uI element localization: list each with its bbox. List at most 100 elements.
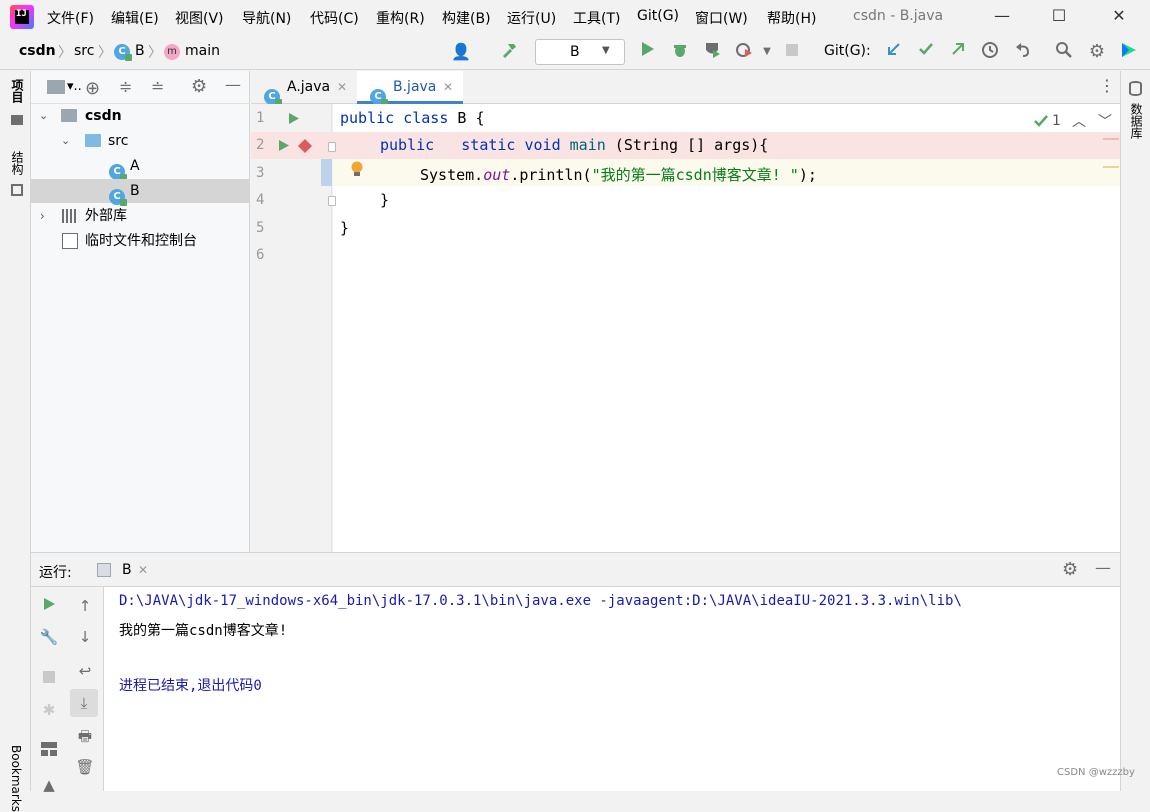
menu-navigate[interactable]: 导航(N) [242, 8, 291, 28]
menu-window[interactable]: 窗口(W) [695, 8, 748, 28]
menu-file[interactable]: 文件(F) [47, 8, 94, 28]
more-run-actions-chevron-icon[interactable]: ▼ [756, 41, 778, 63]
debug-icon[interactable] [669, 41, 691, 63]
soft-wrap-icon[interactable]: ↩ [74, 660, 96, 682]
menu-build[interactable]: 构建(B) [442, 8, 491, 28]
hide-panel-minus-icon[interactable]: — [225, 75, 241, 94]
breakpoint-icon[interactable] [297, 138, 313, 158]
maximize-button[interactable]: ☐ [1044, 6, 1074, 28]
expand-all-icon[interactable]: ≑ [119, 77, 132, 96]
menu-refactor[interactable]: 重构(R) [376, 8, 425, 28]
close-tab-icon[interactable]: ✕ [337, 71, 347, 104]
run-configuration-dropdown[interactable]: B ▼ [535, 39, 625, 65]
database-tool-tab[interactable]: 数据库 [1128, 103, 1145, 139]
minimize-button[interactable]: — [987, 6, 1017, 28]
warning-stripe-marker[interactable] [1103, 166, 1119, 168]
coverage-icon[interactable] [701, 41, 723, 63]
inspection-ok-check-icon[interactable] [1033, 113, 1049, 133]
previous-highlight-icon[interactable]: ︿ [1072, 111, 1086, 131]
user-icon[interactable]: 👤 [450, 41, 472, 63]
debug-process-icon[interactable]: ✱ [38, 699, 60, 721]
tree-expanded-chevron-icon[interactable]: ⌄ [39, 104, 48, 128]
editor-tab-bar: C A.java ✕ C B.java ✕ ⋮ [251, 71, 1120, 106]
collapse-all-icon[interactable]: ≐ [151, 77, 164, 96]
locate-file-icon[interactable]: ⊕ [85, 78, 100, 99]
close-tab-icon[interactable]: ✕ [443, 71, 453, 104]
print-icon[interactable]: 🖶 [74, 725, 96, 747]
console-exit-line: 进程已结束,退出代码0 [119, 678, 262, 694]
structure-tool-tab[interactable]: 结构 [9, 151, 26, 175]
build-hammer-icon[interactable] [498, 41, 520, 63]
run-class-gutter-icon[interactable] [288, 112, 300, 129]
watermark: CSDN @wzzzby [1057, 767, 1135, 778]
run-tab-label[interactable]: B [122, 562, 132, 578]
layout-icon[interactable] [38, 740, 60, 762]
fold-marker-icon[interactable] [328, 142, 336, 152]
edit-configuration-wrench-icon[interactable]: 🔧 [38, 626, 60, 648]
hide-run-panel-minus-icon[interactable]: — [1095, 558, 1111, 577]
error-stripe-marker[interactable] [1103, 138, 1119, 140]
stop-process-icon[interactable] [38, 667, 60, 689]
menu-view[interactable]: 视图(V) [175, 8, 224, 28]
run-main-gutter-icon[interactable] [278, 139, 290, 156]
breadcrumb-method[interactable]: main [185, 43, 220, 59]
stop-icon[interactable] [781, 41, 803, 63]
git-push-icon[interactable] [947, 41, 969, 63]
menu-tools[interactable]: 工具(T) [573, 8, 620, 28]
breadcrumb-folder[interactable]: src [74, 43, 94, 59]
project-tool-tab[interactable]: 项目 [9, 79, 26, 103]
tree-item-label: A [130, 158, 140, 174]
rerun-icon[interactable] [38, 595, 60, 617]
menu-run[interactable]: 运行(U) [507, 8, 556, 28]
view-selector-icon[interactable] [47, 80, 65, 94]
menu-code[interactable]: 代码(C) [310, 8, 359, 28]
tree-item-external-libraries[interactable]: › 外部库 [31, 204, 250, 228]
history-clock-icon[interactable] [979, 41, 1001, 63]
pin-tab-icon[interactable]: ▲ [38, 774, 60, 796]
tree-item-label: B [130, 183, 140, 199]
menu-edit[interactable]: 编辑(E) [111, 8, 159, 28]
breadcrumb-project[interactable]: csdn [19, 43, 56, 59]
tree-collapsed-chevron-icon[interactable]: › [40, 204, 45, 228]
project-view-selector[interactable]: ▾.. [67, 79, 82, 94]
tab-b-java[interactable]: C B.java ✕ [357, 71, 463, 106]
tree-item-label: src [108, 133, 129, 149]
down-stack-trace-icon[interactable]: ↓ [74, 626, 96, 648]
more-tabs-icon[interactable]: ⋮ [1099, 76, 1115, 95]
bookmarks-tool-tab[interactable]: Bookmarks [9, 745, 23, 812]
line-number: 6 [256, 247, 265, 263]
git-commit-icon[interactable] [915, 41, 937, 63]
menu-help[interactable]: 帮助(H) [767, 8, 816, 28]
close-window-button[interactable]: ✕ [1104, 6, 1134, 28]
run-settings-gear-icon[interactable]: ⚙ [1062, 559, 1078, 580]
tab-a-java[interactable]: C A.java ✕ [251, 71, 357, 106]
scroll-to-end-icon[interactable]: ⤓ [70, 689, 98, 717]
title-bar: IJ 文件(F) 编辑(E) 视图(V) 导航(N) 代码(C) 重构(R) 构… [0, 0, 1150, 34]
git-update-icon[interactable] [883, 41, 905, 63]
up-stack-trace-icon[interactable]: ↑ [74, 595, 96, 617]
left-tool-strip: 项目 结构 Bookmarks [0, 71, 31, 812]
menu-git[interactable]: Git(G) [637, 8, 679, 24]
breadcrumb-class[interactable]: B [135, 43, 145, 59]
tree-item-class-a[interactable]: C A [31, 154, 250, 181]
search-icon[interactable] [1053, 41, 1075, 63]
inspection-count[interactable]: 1 [1052, 113, 1061, 129]
intention-bulb-icon[interactable] [350, 161, 364, 183]
profiler-icon[interactable] [733, 41, 755, 63]
settings-gear-icon[interactable]: ⚙ [1086, 41, 1108, 63]
console-command-line: D:\JAVA\jdk-17_windows-x64_bin\jdk-17.0.… [119, 593, 962, 609]
panel-settings-gear-icon[interactable]: ⚙ [191, 76, 207, 97]
tree-item-project[interactable]: ⌄ csdn [31, 104, 250, 128]
tree-item-scratches[interactable]: 临时文件和控制台 [31, 229, 250, 253]
tree-expanded-chevron-icon[interactable]: ⌄ [61, 129, 70, 153]
rollback-icon[interactable] [1012, 41, 1034, 63]
run-icon[interactable] [637, 41, 659, 63]
tree-item-src[interactable]: ⌄ src [31, 129, 250, 153]
clear-all-trash-icon[interactable]: 🗑 [74, 756, 96, 778]
fold-marker-icon[interactable] [328, 196, 336, 206]
close-run-tab-icon[interactable]: ✕ [138, 563, 148, 577]
next-highlight-icon[interactable]: ﹀ [1098, 111, 1112, 131]
intellij-logo-icon[interactable]: IJ [10, 5, 34, 29]
code-with-me-icon[interactable] [1118, 41, 1140, 63]
tree-item-class-b[interactable]: C B [31, 179, 250, 206]
